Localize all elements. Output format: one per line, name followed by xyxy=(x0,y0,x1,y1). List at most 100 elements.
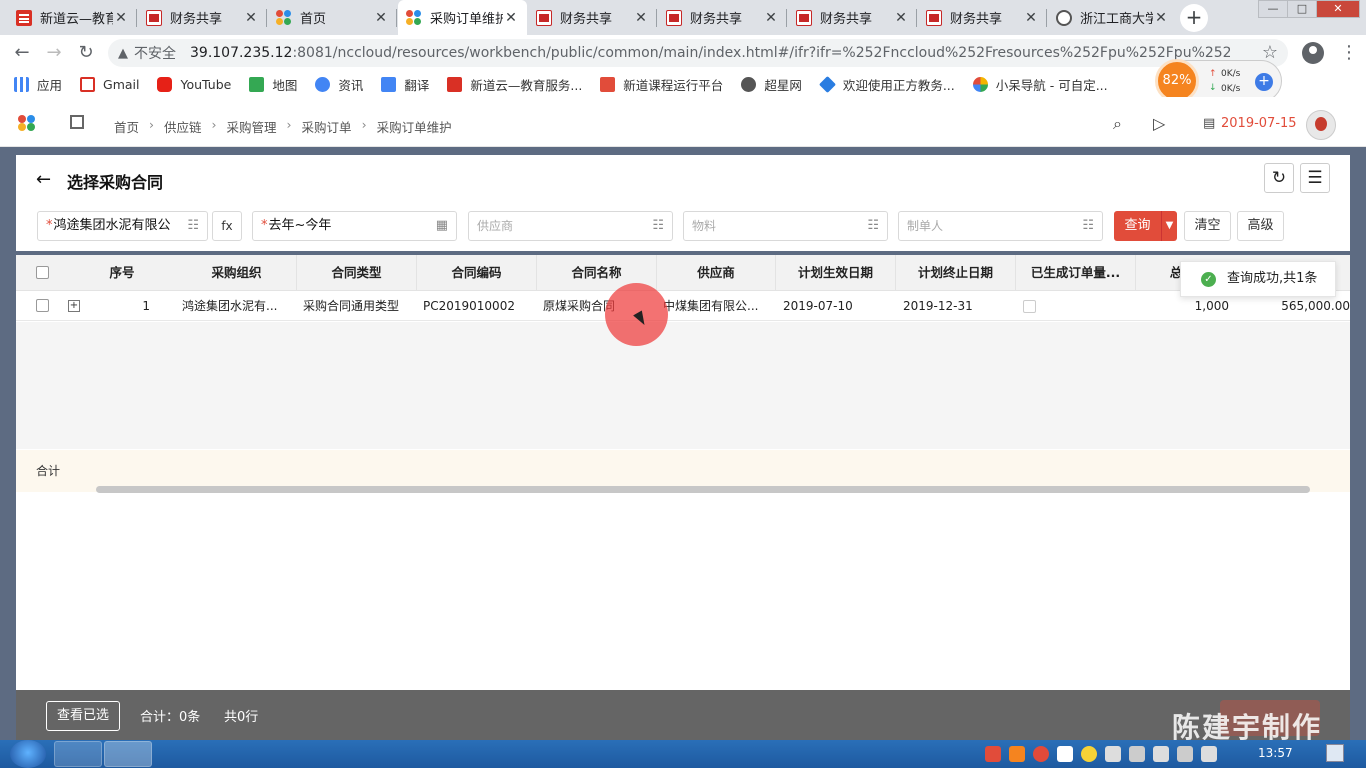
close-tab-icon[interactable]: ✕ xyxy=(113,10,129,26)
list-menu-button[interactable]: ☰ xyxy=(1300,163,1330,193)
col-seq[interactable]: 序号 xyxy=(67,255,177,291)
row-checkbox[interactable] xyxy=(36,299,49,312)
taskbar-app-icon[interactable] xyxy=(54,741,102,767)
col-type[interactable]: 合同类型 xyxy=(297,255,417,291)
browser-tab[interactable]: 财务共享 ✕ xyxy=(658,0,787,35)
bookmark-course-platform[interactable]: 新道课程运行平台 xyxy=(600,75,723,94)
breadcrumb-supply-chain[interactable]: 供应链 xyxy=(164,117,202,136)
col-start-date[interactable]: 计划生效日期 xyxy=(776,255,896,291)
close-window-button[interactable]: ✕ xyxy=(1316,0,1360,18)
browser-tab[interactable]: 浙江工商大学 ✕ xyxy=(1048,0,1177,35)
list-icon[interactable]: ☷ xyxy=(652,212,664,240)
query-button[interactable]: 查询 xyxy=(1114,211,1161,241)
bookmark-news[interactable]: 资讯 xyxy=(315,75,363,94)
bookmark-apps[interactable]: 应用 xyxy=(14,75,62,94)
advanced-button[interactable]: 高级 xyxy=(1237,211,1284,241)
speaker-icon[interactable] xyxy=(1153,746,1169,762)
list-icon[interactable]: ☷ xyxy=(867,212,879,240)
notification-icon[interactable] xyxy=(1326,744,1344,762)
browser-menu-icon[interactable]: ⋮ xyxy=(1340,44,1358,62)
view-selected-button[interactable]: 查看已选 xyxy=(46,701,120,731)
new-tab-button[interactable]: + xyxy=(1180,4,1208,32)
business-date[interactable]: 2019-07-15 xyxy=(1221,116,1297,131)
browser-tab[interactable]: 财务共享 ✕ xyxy=(788,0,917,35)
account-icon[interactable] xyxy=(1302,42,1324,64)
plus-icon[interactable]: + xyxy=(1255,73,1273,91)
ime-icon[interactable] xyxy=(985,746,1001,762)
col-supplier[interactable]: 供应商 xyxy=(657,255,776,291)
back-arrow-icon[interactable]: ← xyxy=(10,41,34,65)
keyboard-icon[interactable] xyxy=(1057,746,1073,762)
bluetooth-icon[interactable] xyxy=(1177,746,1193,762)
chevron-down-icon[interactable]: ▼ xyxy=(1161,211,1177,241)
org-field[interactable]: *鸿途集团水泥有限公 ☷ xyxy=(37,211,208,241)
close-tab-icon[interactable]: ✕ xyxy=(373,10,389,26)
avatar[interactable] xyxy=(1306,110,1336,140)
period-field[interactable]: *去年~今年 ▦ xyxy=(252,211,457,241)
omnibox[interactable]: ▲ 不安全 39.107.235.12:8081/nccloud/resourc… xyxy=(108,39,1288,67)
tray-app-icon[interactable] xyxy=(1033,746,1049,762)
col-end-date[interactable]: 计划终止日期 xyxy=(896,255,1016,291)
close-tab-icon[interactable]: ✕ xyxy=(893,10,909,26)
browser-tab[interactable]: 财务共享 ✕ xyxy=(918,0,1047,35)
table-row[interactable]: + 1 鸿途集团水泥有... 采购合同通用类型 PC2019010002 原煤采… xyxy=(16,291,1350,321)
fx-button[interactable]: fx xyxy=(212,211,242,241)
tray-app-icon[interactable] xyxy=(1105,746,1121,762)
yonyou-logo-icon[interactable] xyxy=(18,115,38,131)
browser-tab-active[interactable]: 采购订单维护 ✕ xyxy=(398,0,527,35)
bookmark-translate[interactable]: 翻译 xyxy=(381,75,429,94)
tray-app-icon[interactable] xyxy=(1081,746,1097,762)
browser-tab[interactable]: 首页 ✕ xyxy=(268,0,397,35)
col-code[interactable]: 合同编码 xyxy=(417,255,537,291)
browser-tab[interactable]: 新道云—教育 ✕ xyxy=(8,0,137,35)
breadcrumb-home[interactable]: 首页 xyxy=(114,117,139,136)
back-arrow-icon[interactable]: ← xyxy=(36,169,51,190)
chrome-icon[interactable] xyxy=(104,741,152,767)
forward-arrow-icon[interactable]: → xyxy=(42,41,66,65)
bookmark-zfsoft[interactable]: 欢迎使用正方教务... xyxy=(818,75,955,94)
url-text[interactable]: 39.107.235.12:8081/nccloud/resources/wor… xyxy=(190,45,1230,61)
maximize-button[interactable]: □ xyxy=(1287,0,1317,18)
creator-field[interactable]: 制单人 ☷ xyxy=(898,211,1103,241)
close-tab-icon[interactable]: ✕ xyxy=(1023,10,1039,26)
bookmark-xiaodai[interactable]: 小呆导航 - 可自定... xyxy=(972,75,1108,94)
tray-app-icon[interactable] xyxy=(1129,746,1145,762)
supplier-field[interactable]: 供应商 ☷ xyxy=(468,211,673,241)
close-tab-icon[interactable]: ✕ xyxy=(1153,10,1169,26)
workbench-icon[interactable] xyxy=(70,115,84,129)
refresh-button[interactable]: ↻ xyxy=(1264,163,1294,193)
calendar-icon[interactable]: ▦ xyxy=(436,212,448,240)
bookmark-youtube[interactable]: YouTube xyxy=(157,76,231,92)
minimize-button[interactable]: — xyxy=(1258,0,1288,18)
reload-icon[interactable]: ↻ xyxy=(74,41,98,65)
horizontal-scrollbar[interactable] xyxy=(96,486,1310,493)
col-ordered-qty[interactable]: 已生成订单量... xyxy=(1016,255,1136,291)
breadcrumb-purchase-order[interactable]: 采购订单 xyxy=(302,117,352,136)
browser-tab[interactable]: 财务共享 ✕ xyxy=(138,0,267,35)
close-tab-icon[interactable]: ✕ xyxy=(633,10,649,26)
col-org[interactable]: 采购组织 xyxy=(177,255,297,291)
material-field[interactable]: 物料 ☷ xyxy=(683,211,888,241)
signal-icon[interactable] xyxy=(1201,746,1217,762)
close-tab-icon[interactable]: ✕ xyxy=(503,10,519,26)
bookmark-xindao-cloud[interactable]: 新道云—教育服务... xyxy=(447,75,582,94)
select-all-checkbox[interactable] xyxy=(36,266,49,279)
windows-start-icon[interactable] xyxy=(10,740,46,768)
search-icon[interactable]: ⌕ xyxy=(1113,114,1122,134)
play-icon[interactable]: ▷ xyxy=(1153,114,1165,133)
bookmark-maps[interactable]: 地图 xyxy=(249,75,297,94)
select-all-cell xyxy=(16,255,67,291)
list-icon[interactable]: ☷ xyxy=(1082,212,1094,240)
bookmark-gmail[interactable]: Gmail xyxy=(80,76,139,92)
clear-button[interactable]: 清空 xyxy=(1184,211,1231,241)
network-speed-widget[interactable]: 82% ↑ ↓ 0K/s 0K/s + xyxy=(1155,59,1282,103)
close-tab-icon[interactable]: ✕ xyxy=(243,10,259,26)
bookmark-chaoxing[interactable]: 超星网 xyxy=(741,75,802,94)
cell-start-date: 2019-07-10 xyxy=(783,299,853,313)
list-icon[interactable]: ☷ xyxy=(187,212,199,240)
close-tab-icon[interactable]: ✕ xyxy=(763,10,779,26)
browser-tab[interactable]: 财务共享 ✕ xyxy=(528,0,657,35)
clock[interactable]: 13:57 xyxy=(1258,746,1293,760)
tray-app-icon[interactable] xyxy=(1009,746,1025,762)
breadcrumb-purchase-mgmt[interactable]: 采购管理 xyxy=(227,117,277,136)
